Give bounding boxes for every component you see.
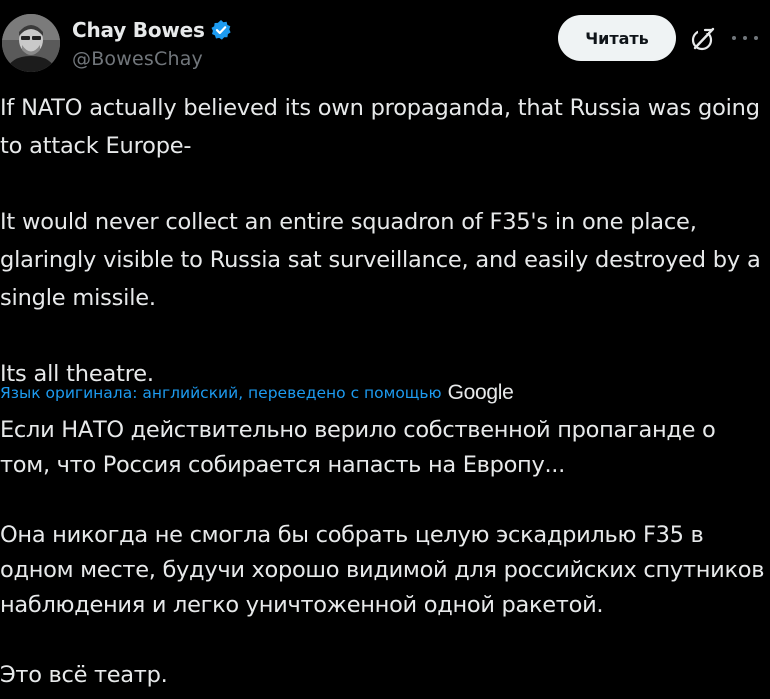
translation-note-text[interactable]: Язык оригинала: английский, переведено с…	[0, 384, 442, 402]
translated-paragraph: Она никогда не смогла бы собрать целую э…	[0, 522, 765, 618]
verified-badge-icon[interactable]	[210, 19, 232, 41]
grok-icon[interactable]	[690, 26, 716, 52]
more-dot	[732, 36, 736, 40]
user-handle[interactable]: @BowesChay	[72, 48, 232, 70]
google-logo: Google	[447, 381, 514, 404]
tweet-header: Chay Bowes @BowesChay Читать	[0, 12, 770, 76]
avatar[interactable]	[2, 14, 60, 72]
read-button[interactable]: Читать	[558, 15, 676, 61]
translated-paragraph: Если НАТО действительно верило собственн…	[0, 417, 716, 478]
tweet-text: If NATO actually believed its own propag…	[0, 89, 768, 393]
tweet-paragraph: It would never collect an entire squadro…	[0, 209, 761, 311]
more-dot	[743, 36, 747, 40]
translated-paragraph: Это всё театр.	[0, 662, 168, 688]
display-name[interactable]: Chay Bowes	[72, 18, 205, 42]
more-dot	[754, 36, 758, 40]
more-icon[interactable]	[732, 30, 758, 46]
translated-text: Если НАТО действительно верило собственн…	[0, 413, 768, 693]
tweet-paragraph: If NATO actually believed its own propag…	[0, 95, 760, 159]
display-name-row: Chay Bowes	[72, 16, 232, 44]
author-names: Chay Bowes @BowesChay	[72, 16, 232, 70]
translation-note[interactable]: Язык оригинала: английский, переведено с…	[0, 378, 514, 408]
tweet: Chay Bowes @BowesChay Читать If NATO act…	[0, 0, 770, 699]
